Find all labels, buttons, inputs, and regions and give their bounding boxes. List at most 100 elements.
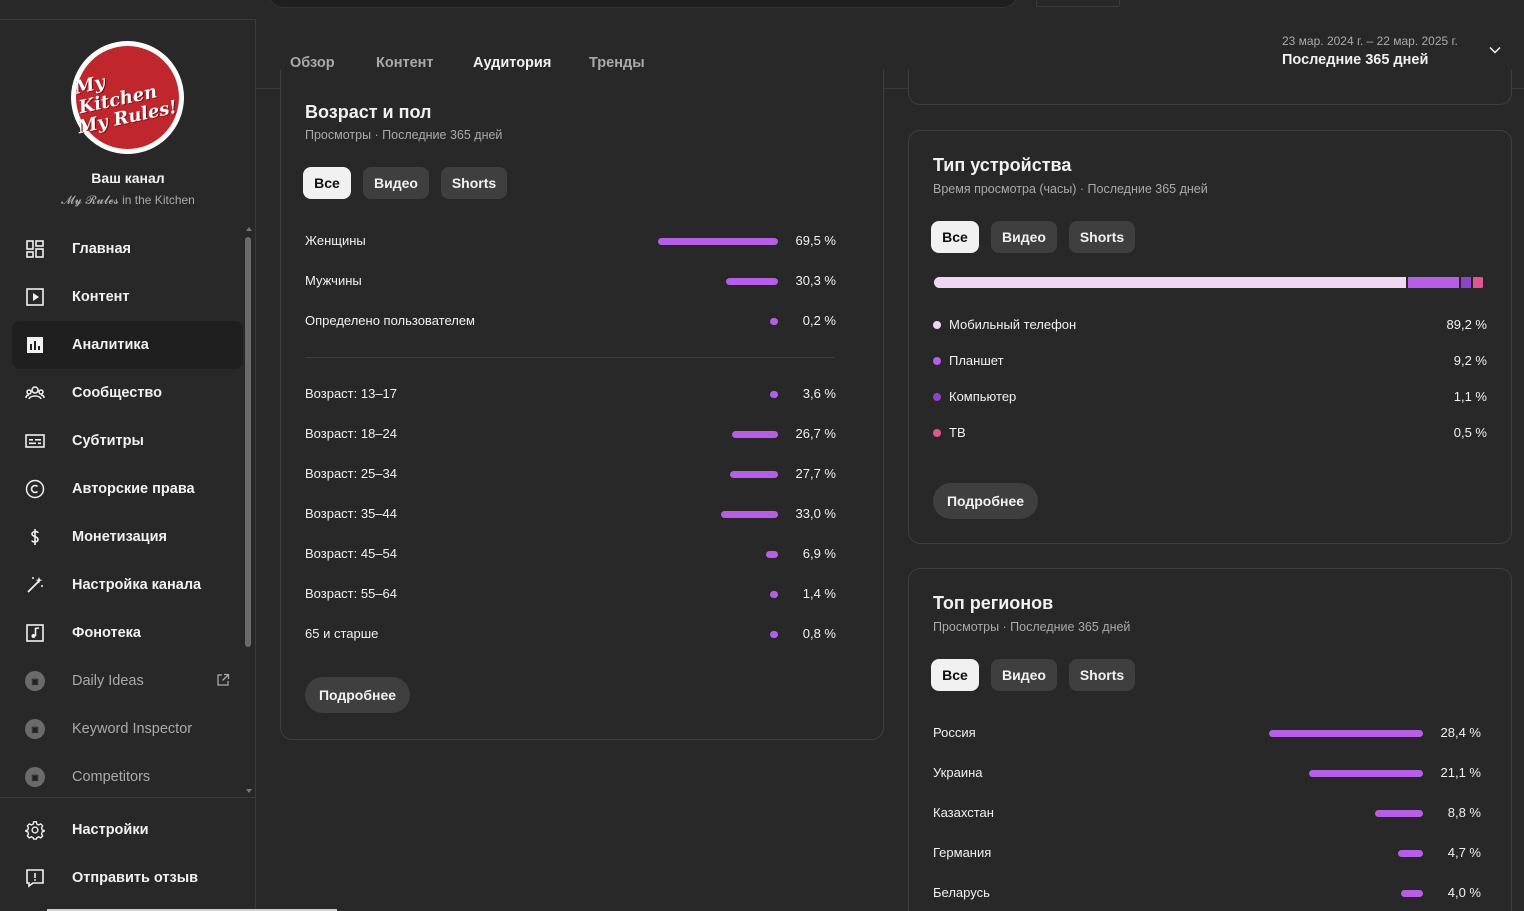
data-row: Определено пользователем 0,2 % <box>305 311 836 331</box>
sidebar-item-daily-ideas[interactable]: ▣ Daily Ideas <box>12 657 243 705</box>
filter-all[interactable]: Все <box>931 221 979 253</box>
sidebar-item-settings[interactable]: Настройки <box>12 806 243 854</box>
search-box[interactable] <box>268 0 1018 8</box>
data-row: Женщины 69,5 % <box>305 231 836 251</box>
card-title: Топ регионов <box>933 593 1054 613</box>
row-value: 0,2 % <box>802 313 836 328</box>
sidebar-scrollbar[interactable] <box>245 237 251 647</box>
filter-video[interactable]: Видео <box>991 659 1057 691</box>
channel-avatar[interactable]: My Kitchen My Rules! <box>71 41 184 154</box>
sidebar-item-label: Аналитика <box>72 337 149 353</box>
sidebar-item-content[interactable]: Контент <box>12 273 243 321</box>
filter-shorts[interactable]: Shorts <box>1069 221 1135 253</box>
age-gender-card: Возраст и пол Просмотры · Последние 365 … <box>280 70 884 740</box>
row-label: Возраст: 25–34 <box>305 466 398 481</box>
data-row: Возраст: 55–64 1,4 % <box>305 584 836 604</box>
scroll-down-arrow[interactable] <box>246 789 252 793</box>
row-bar <box>658 238 778 245</box>
filter-shorts[interactable]: Shorts <box>441 167 507 199</box>
card-subtitle: Просмотры · Последние 365 дней <box>305 128 503 142</box>
filter-shorts[interactable]: Shorts <box>1069 659 1135 691</box>
sidebar-item-label: Настройки <box>72 822 149 838</box>
tab-content[interactable]: Контент <box>376 55 434 71</box>
sidebar-item-keyword-inspector[interactable]: ▣ Keyword Inspector <box>12 705 243 753</box>
sidebar-item-label: Keyword Inspector <box>72 721 193 737</box>
row-bar <box>1375 810 1423 817</box>
row-value: 33,0 % <box>795 506 836 521</box>
row-bar <box>770 391 778 398</box>
row-value: 89,2 % <box>1446 317 1487 332</box>
row-label: Мужчины <box>305 273 362 288</box>
top-button[interactable] <box>1036 0 1120 7</box>
extension-icon: ▣ <box>25 767 45 787</box>
more-button[interactable]: Подробнее <box>305 677 410 713</box>
monetization-icon <box>25 527 45 547</box>
sidebar-item-community[interactable]: Сообщество <box>12 369 243 417</box>
row-bar <box>770 631 778 638</box>
row-label: Компьютер <box>949 389 1017 404</box>
row-value: 3,6 % <box>802 386 836 401</box>
row-bar <box>766 551 778 558</box>
row-label: 65 и старше <box>305 626 379 641</box>
sidebar-item-label: Daily Ideas <box>72 673 144 689</box>
tab-overview[interactable]: Обзор <box>290 55 335 71</box>
row-label: Возраст: 18–24 <box>305 426 398 441</box>
community-icon <box>25 383 45 403</box>
row-bar <box>721 511 778 518</box>
data-row: Возраст: 45–54 6,9 % <box>305 544 836 564</box>
data-row: Украина 21,1 % <box>933 763 1481 783</box>
sidebar-item-label: Сообщество <box>72 385 162 401</box>
chevron-down-icon[interactable] <box>1488 43 1502 62</box>
sidebar-item-monetization[interactable]: Монетизация <box>12 513 243 561</box>
data-row: Возраст: 18–24 26,7 % <box>305 424 836 444</box>
sidebar-item-label: Фонотека <box>72 625 141 641</box>
more-button[interactable]: Подробнее <box>933 483 1038 519</box>
divider <box>305 357 835 358</box>
row-label: Беларусь <box>933 885 990 900</box>
data-row: 65 и старше 0,8 % <box>305 624 836 644</box>
row-label: Украина <box>933 765 983 780</box>
device-share-segment <box>1408 277 1460 288</box>
divider <box>0 797 255 798</box>
sidebar-nav: Главная Контент Аналитика Сообщество Суб… <box>12 225 243 801</box>
row-label: Возраст: 55–64 <box>305 586 398 601</box>
row-value: 21,1 % <box>1440 765 1481 780</box>
row-label: ТВ <box>949 425 966 440</box>
sidebar-item-dashboard[interactable]: Главная <box>12 225 243 273</box>
row-label: Мобильный телефон <box>949 317 1077 332</box>
row-label: Женщины <box>305 233 366 248</box>
sidebar-item-audio-library[interactable]: Фонотека <box>12 609 243 657</box>
date-range[interactable]: 23 мар. 2024 г. – 22 мар. 2025 г. <box>1282 34 1458 48</box>
tab-trends[interactable]: Тренды <box>589 55 645 71</box>
data-row: Россия 28,4 % <box>933 723 1481 743</box>
filter-all[interactable]: Все <box>303 167 351 199</box>
scroll-up-arrow[interactable] <box>246 227 252 231</box>
device-share-segment <box>1461 277 1472 288</box>
row-bar <box>770 591 778 598</box>
row-label: Германия <box>933 845 992 860</box>
sidebar-item-copyright[interactable]: Авторские права <box>12 465 243 513</box>
filter-all[interactable]: Все <box>931 659 979 691</box>
row-value: 26,7 % <box>795 426 836 441</box>
filter-video[interactable]: Видео <box>991 221 1057 253</box>
external-link-icon <box>216 673 230 692</box>
card-subtitle: Время просмотра (часы) · Последние 365 д… <box>933 182 1208 196</box>
dashboard-icon <box>25 239 45 259</box>
sidebar-item-analytics[interactable]: Аналитика <box>12 321 243 369</box>
sidebar-item-competitors[interactable]: ▣ Competitors <box>12 753 243 801</box>
period-selector[interactable]: Последние 365 дней <box>1282 52 1428 68</box>
row-bar <box>770 318 778 325</box>
sidebar-item-customization[interactable]: Настройка канала <box>12 561 243 609</box>
sidebar-item-label: Монетизация <box>72 529 167 545</box>
row-label: Россия <box>933 725 976 740</box>
subtitles-icon <box>25 431 45 451</box>
legend-dot <box>933 357 941 365</box>
sidebar-item-feedback[interactable]: Отправить отзыв <box>12 854 243 902</box>
filter-video[interactable]: Видео <box>363 167 429 199</box>
channel-title: Ваш канал <box>91 170 165 186</box>
tab-audience[interactable]: Аудитория <box>473 55 551 71</box>
device-share-segment <box>1473 277 1484 288</box>
data-row: Германия 4,7 % <box>933 843 1481 863</box>
row-label: Казахстан <box>933 805 994 820</box>
sidebar-item-subtitles[interactable]: Субтитры <box>12 417 243 465</box>
